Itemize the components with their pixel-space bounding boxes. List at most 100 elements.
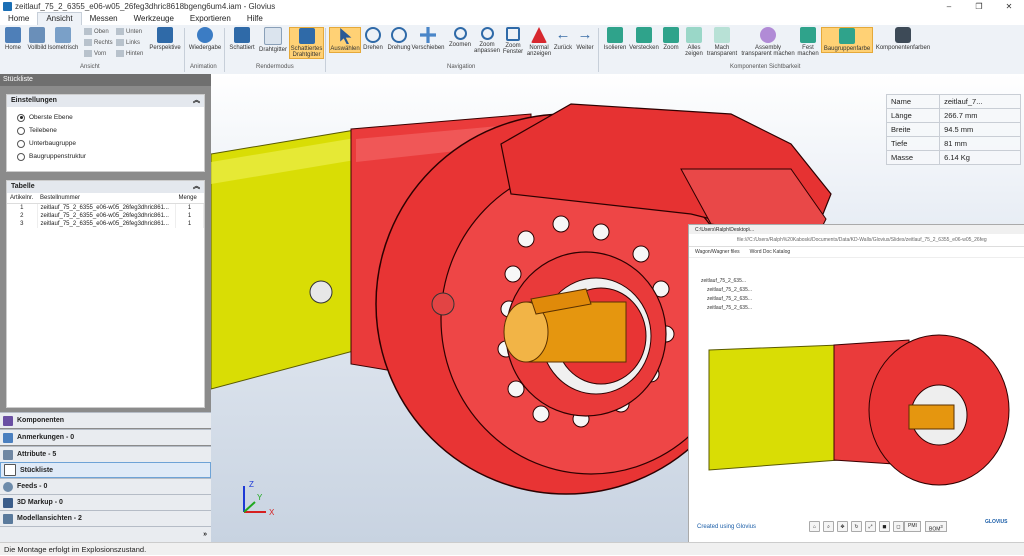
- back-button[interactable]: ← Zurück: [552, 27, 574, 52]
- attributes-icon: [3, 449, 13, 460]
- menu-ansicht[interactable]: Ansicht: [37, 12, 82, 25]
- accordion-bom[interactable]: Stückliste: [0, 462, 211, 478]
- group-komponenten-sichtbarkeit: Komponenten Sichtbarkeit: [730, 64, 801, 70]
- view-front-button[interactable]: Vorn: [84, 50, 106, 57]
- table-cell: 1: [175, 212, 204, 220]
- accordion-model-views[interactable]: Modellansichten - 2: [0, 510, 211, 526]
- wireframe-button[interactable]: Drahtgitter: [258, 27, 288, 53]
- table-row[interactable]: 1 zeitlauf_75_2_6355_e06-w05_26feg3dhric…: [7, 203, 204, 212]
- show-all-button[interactable]: Alles zeigen: [683, 27, 705, 57]
- accordion-3d-markup[interactable]: 3D Markup - 0: [0, 494, 211, 510]
- prop-key: Masse: [885, 150, 941, 165]
- rotate-icon[interactable]: ↻: [851, 521, 862, 532]
- view-top-button[interactable]: Oben: [84, 28, 109, 35]
- prop-key: Breite: [885, 122, 941, 137]
- shaded-icon[interactable]: ◼: [879, 521, 890, 532]
- panel-expand-bar[interactable]: »: [0, 526, 211, 542]
- collapse-icon[interactable]: ︽: [193, 95, 200, 107]
- rotate-icon: [365, 27, 381, 43]
- prop-value: 266.7 mm: [939, 108, 1021, 123]
- pan-button[interactable]: Verschieben: [411, 27, 445, 51]
- glovius-logo: GLOVIUS: [985, 519, 1008, 525]
- view-left-button[interactable]: Links: [116, 39, 140, 46]
- make-solid-button[interactable]: Fest machen: [797, 27, 819, 57]
- radio-assembly-structure[interactable]: Baugruppenstruktur: [7, 150, 204, 163]
- zoom-button[interactable]: Zoomen: [447, 27, 473, 48]
- arrow-right-icon: →: [577, 26, 593, 43]
- radio-subassembly[interactable]: Unterbaugruppe: [7, 137, 204, 150]
- column-header[interactable]: Menge: [175, 193, 204, 204]
- isometric-button[interactable]: Isometrisch: [48, 27, 78, 51]
- expand-chevron-icon[interactable]: »: [203, 531, 207, 538]
- axis-x-label: X: [269, 508, 275, 517]
- forward-button[interactable]: → Weiter: [574, 26, 596, 52]
- fullscreen-button[interactable]: Vollbild: [26, 27, 48, 51]
- ribbon-separator: [224, 28, 225, 72]
- bom-count-badge: 3: [940, 524, 943, 529]
- axis-triad: Z X Y: [243, 480, 275, 517]
- component-zoom-button[interactable]: Zoom: [660, 27, 682, 51]
- 3d-viewport[interactable]: Z X Y Name zeitlauf_7... Länge 266.7 mm Br…: [211, 74, 1024, 542]
- select-button[interactable]: Auswählen: [329, 27, 361, 53]
- accordion-attributes[interactable]: Attribute - 5: [0, 446, 211, 462]
- minimize-button[interactable]: –: [934, 0, 964, 12]
- top-view-icon: [84, 28, 92, 35]
- assembly-transparent-button[interactable]: Assembly transparent machen: [740, 27, 796, 57]
- pan-icon[interactable]: ✥: [837, 521, 848, 532]
- pmi-button[interactable]: PMI: [904, 521, 921, 532]
- zoom-icon[interactable]: ⌕: [823, 521, 834, 532]
- settings-header[interactable]: Einstellungen ︽: [7, 95, 204, 107]
- table-header[interactable]: Tabelle ︽: [7, 181, 204, 193]
- table-cell: 3: [7, 220, 38, 228]
- zoom-window-icon: [506, 27, 520, 41]
- assembly-color-button[interactable]: Baugruppenfarbe: [821, 27, 873, 53]
- make-transparent-button[interactable]: Mach transparent: [706, 27, 738, 57]
- menu-home[interactable]: Home: [0, 13, 37, 25]
- fit-icon[interactable]: ⤢: [865, 521, 876, 532]
- accordion-annotations[interactable]: Anmerkungen - 0: [0, 429, 211, 445]
- view-right-button[interactable]: Rechts: [84, 39, 113, 46]
- hide-button[interactable]: Verstecken: [629, 27, 659, 51]
- column-header[interactable]: Bestellnummer: [37, 193, 176, 204]
- normal-view-button[interactable]: Normal anzeigen: [526, 27, 552, 57]
- prop-row: Tiefe 81 mm: [885, 136, 1021, 151]
- menu-hilfe[interactable]: Hilfe: [239, 13, 271, 25]
- column-header[interactable]: Artikelnr.: [7, 193, 37, 204]
- shaded-wireframe-button[interactable]: Schattiertes Drahtgitter: [289, 27, 324, 59]
- home-view-button[interactable]: Home: [2, 27, 24, 51]
- settings-box: Einstellungen ︽ Oberste Ebene Teilebene U…: [6, 94, 205, 172]
- playback-button[interactable]: Wiedergabe: [189, 27, 221, 51]
- zoom-window-button[interactable]: Zoom Fenster: [500, 27, 526, 55]
- rotate-button[interactable]: Drehen: [362, 27, 384, 51]
- panel-header: Stückliste: [0, 74, 211, 86]
- perspective-button[interactable]: Perspektive: [149, 27, 181, 51]
- isolate-button[interactable]: Isolieren: [602, 27, 628, 51]
- close-button[interactable]: ✕: [994, 0, 1024, 12]
- menu-werkzeuge[interactable]: Werkzeuge: [126, 13, 182, 25]
- browser-preview-inset[interactable]: C:\Users\Ralph\Desktop\... file:///C:/Us…: [688, 224, 1024, 542]
- spin-button[interactable]: Drehung: [386, 27, 412, 51]
- zoom-fit-button[interactable]: Zoom anpassen: [474, 27, 500, 54]
- table-box: Tabelle ︽ Artikelnr. Bestellnummer Menge …: [6, 180, 205, 408]
- maximize-button[interactable]: ❐: [964, 0, 994, 12]
- table-cell: 1: [175, 203, 204, 212]
- accordion-components[interactable]: Komponenten: [0, 412, 211, 428]
- menu-messen[interactable]: Messen: [82, 13, 126, 25]
- collapse-icon[interactable]: ︽: [193, 181, 200, 193]
- table-cell: zeitlauf_75_2_6355_e06-w05_26feg3dhric86…: [37, 212, 176, 220]
- view-bottom-button[interactable]: Unten: [116, 28, 142, 35]
- preview-motor: [708, 344, 840, 471]
- view-back-button[interactable]: Hinten: [116, 50, 143, 57]
- home-icon[interactable]: ⌂: [809, 521, 820, 532]
- wireframe-icon[interactable]: ◻: [893, 521, 904, 532]
- status-bar: Die Montage erfolgt im Explosionszustand…: [0, 542, 1024, 555]
- shaded-button[interactable]: Schattiert: [228, 27, 256, 51]
- bom-button[interactable]: BOM3: [925, 521, 947, 533]
- radio-top-level[interactable]: Oberste Ebene: [7, 111, 204, 124]
- component-colors-button[interactable]: Komponentenfarben: [873, 27, 933, 51]
- table-row[interactable]: 3 zeitlauf_75_2_6355_e06-w05_26feg3dhric…: [7, 220, 204, 228]
- accordion-feeds[interactable]: Feeds - 0: [0, 478, 211, 494]
- menu-exportieren[interactable]: Exportieren: [182, 13, 239, 25]
- table-row[interactable]: 2 zeitlauf_75_2_6355_e06-w05_26feg3dhric…: [7, 212, 204, 220]
- radio-part-level[interactable]: Teilebene: [7, 124, 204, 137]
